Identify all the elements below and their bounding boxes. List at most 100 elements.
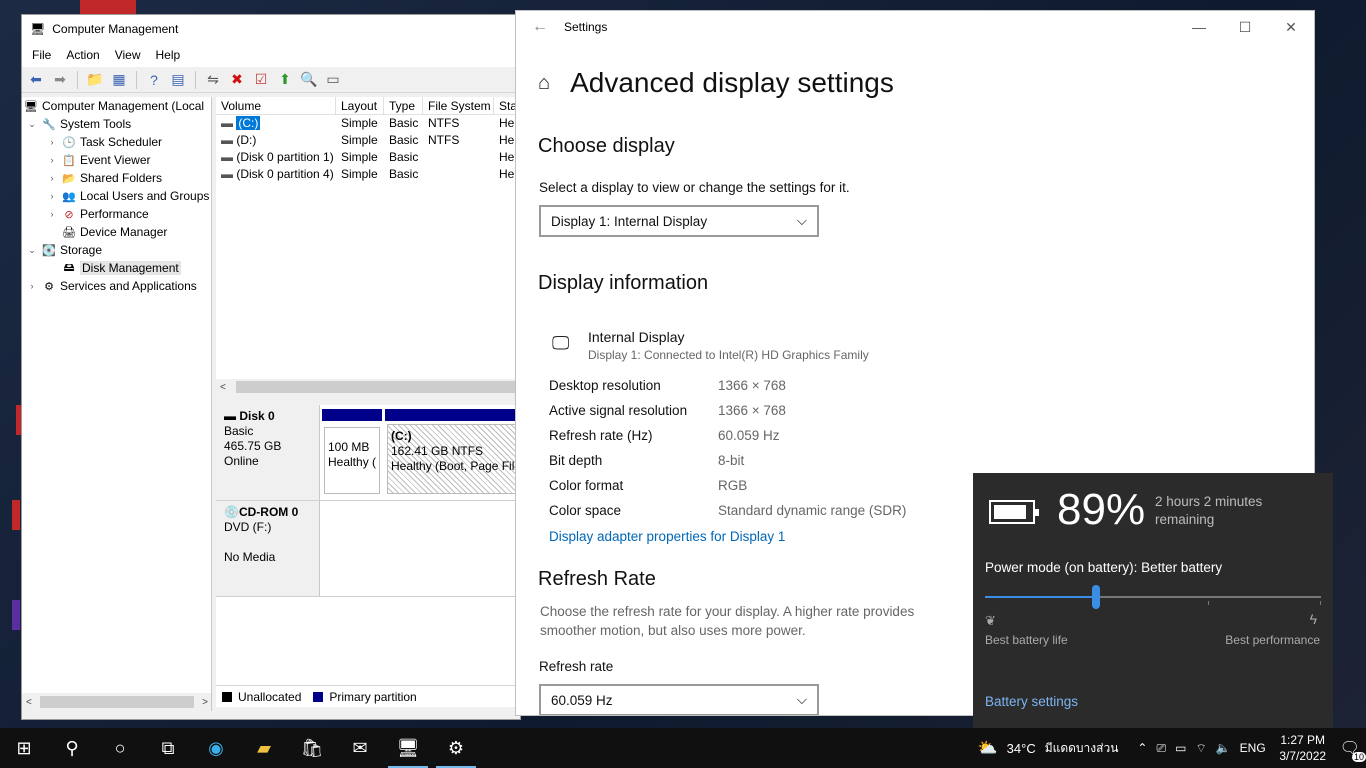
menu-view[interactable]: View [109,48,150,62]
tree-item-event-viewer[interactable]: › 📋 Event Viewer [22,151,211,169]
column-header-layout[interactable]: Layout [336,97,384,114]
volume-horizontal-scrollbar[interactable]: < [216,379,521,395]
battery-tray-icon[interactable]: ▭ [1175,741,1186,755]
disk-0-label[interactable]: ▬ Disk 0 Basic 465.75 GB Online [216,405,320,500]
clock[interactable]: 1:27 PM 3/7/2022 [1275,732,1331,764]
tree-item-label: Services and Applications [60,279,197,293]
weather-temp[interactable]: 34°C [1007,741,1036,756]
desktop-icon-strip[interactable] [12,600,20,630]
delete-icon[interactable]: ✖ [227,70,247,90]
task-view-button[interactable]: ⧉ [144,728,192,768]
scroll-right-icon[interactable]: > [202,697,208,708]
tree-item-services-and-applications[interactable]: › ⚙ Services and Applications [22,277,211,295]
tree-item-device-manager[interactable]: 🖨 Device Manager [22,223,211,241]
forward-arrow-icon[interactable]: ➡ [50,70,70,90]
display-select-dropdown[interactable]: Display 1: Internal Display ⌵ [539,205,819,237]
scroll-left-icon[interactable]: < [220,382,226,393]
table-row[interactable]: ▬ (Disk 0 partition 1) Simple Basic He [216,149,521,166]
check-icon[interactable]: ☑ [251,70,271,90]
tree-item-local-users-and-groups[interactable]: › 👥 Local Users and Groups [22,187,211,205]
partition-c[interactable]: (C:) 162.41 GB NTFS Healthy (Boot, Page … [385,409,521,496]
chevron-right-icon[interactable]: › [46,155,58,165]
home-icon[interactable]: ⌂ [538,72,550,95]
volume-icon[interactable]: 🔈 [1216,741,1231,755]
table-row[interactable]: ▬ (Disk 0 partition 4) Simple Basic He [216,166,521,183]
computer-management-taskbar-button[interactable]: 🖥 [384,728,432,768]
display-adapter-properties-link[interactable]: Display adapter properties for Display 1 [549,529,785,544]
column-header-type[interactable]: Type [384,97,423,114]
show-hide-tree-icon[interactable]: ▦ [109,70,129,90]
settings-titlebar[interactable]: ← Settings — ☐ ✕ [516,11,1314,43]
scrollbar-thumb[interactable] [39,696,195,708]
tree-item-disk-management[interactable]: 🖴 Disk Management [22,259,211,277]
folder-up-icon[interactable]: ⬆ [275,70,295,90]
wifi-icon[interactable]: ⌔ [1195,741,1206,756]
menu-action[interactable]: Action [60,48,108,62]
tree-item-system-tools[interactable]: ⌄ 🔧 System Tools [22,115,211,133]
meet-now-icon[interactable]: ⎚ [1156,741,1166,756]
show-hide-action-pane-icon[interactable]: ▤ [168,70,188,90]
cortana-button[interactable]: ○ [96,728,144,768]
partition-1[interactable]: 100 MB Healthy ( [322,409,382,496]
language-indicator[interactable]: ENG [1240,741,1266,755]
mail-button[interactable]: ✉ [336,728,384,768]
chevron-right-icon[interactable]: › [46,209,58,219]
chevron-down-icon[interactable]: ⌄ [26,245,38,256]
cdrom-0-area[interactable] [320,501,521,596]
power-mode-slider-thumb[interactable] [1091,585,1100,609]
table-row[interactable]: ▬ (D:) Simple Basic NTFS He [216,132,521,149]
connect-icon[interactable]: ⇋ [203,70,223,90]
properties-icon[interactable]: ▭ [323,70,343,90]
up-folder-icon[interactable]: 📁 [85,70,105,90]
menu-file[interactable]: File [26,48,60,62]
maximize-icon[interactable]: ☐ [1222,19,1268,36]
battery-settings-link[interactable]: Battery settings [985,694,1078,709]
drive-icon: ▬ [221,116,237,130]
file-explorer-button[interactable]: ▰ [240,728,288,768]
table-row[interactable]: ▬ (C:) Simple Basic NTFS He [216,115,521,132]
tree-item-shared-folders[interactable]: › 📂 Shared Folders [22,169,211,187]
chevron-down-icon[interactable]: ⌄ [26,119,38,130]
weather-icon[interactable]: ⛅ [978,738,998,758]
tree-item-performance[interactable]: › ⊘ Performance [22,205,211,223]
chevron-right-icon[interactable]: › [26,281,38,291]
chevron-up-icon[interactable]: ⌃ [1137,741,1147,755]
tree-horizontal-scrollbar[interactable]: < > [22,693,211,711]
column-header-volume[interactable]: Volume [216,97,336,114]
shared-folder-icon: 📂 [62,172,76,185]
tree-item-task-scheduler[interactable]: › 🕒 Task Scheduler [22,133,211,151]
close-icon[interactable]: ✕ [1268,19,1314,36]
column-header-file-system[interactable]: File System [423,97,494,114]
weather-text[interactable]: มีแดดบางส่วน [1045,739,1119,758]
unallocated-swatch [222,691,232,702]
store-button[interactable]: 🛍 [288,728,336,768]
search-icon[interactable]: 🔍 [299,70,319,90]
cm-titlebar[interactable]: 🖥 Computer Management [22,15,520,43]
start-button[interactable]: ⊞ [0,728,48,768]
tree-item-storage[interactable]: ⌄ 💽 Storage [22,241,211,259]
menu-help[interactable]: Help [150,48,190,62]
minimize-icon[interactable]: — [1176,19,1222,36]
chevron-right-icon[interactable]: › [46,191,58,201]
chevron-right-icon[interactable]: › [46,173,58,183]
power-mode-label: Power mode (on battery): Better battery [985,560,1223,575]
desktop-icon-strip[interactable] [12,500,20,530]
cdrom-0-label[interactable]: 💿CD-ROM 0 DVD (F:) No Media [216,501,320,596]
refresh-rate-dropdown[interactable]: 60.059 Hz ⌵ [539,684,819,715]
disk-icon: ▬ [224,409,240,423]
settings-taskbar-button[interactable]: ⚙ [432,728,480,768]
search-button[interactable]: ⚲ [48,728,96,768]
scroll-left-icon[interactable]: < [26,697,32,708]
notification-center-icon[interactable]: 🗨 10 [1340,738,1366,762]
tree-item-computer-management[interactable]: 🖥 Computer Management (Local [22,97,211,115]
back-arrow-icon[interactable]: ← [516,18,564,36]
scrollbar-thumb[interactable] [235,381,521,393]
desktop-icon-strip[interactable] [80,0,136,14]
volume-cell: ▬ (Disk 0 partition 1) [216,149,336,166]
battery-icon [989,500,1039,524]
help-icon[interactable]: ? [144,70,164,90]
power-mode-slider-track[interactable] [985,596,1321,598]
edge-button[interactable]: ◉ [192,728,240,768]
back-arrow-icon[interactable]: ⬅ [26,70,46,90]
chevron-right-icon[interactable]: › [46,137,58,147]
